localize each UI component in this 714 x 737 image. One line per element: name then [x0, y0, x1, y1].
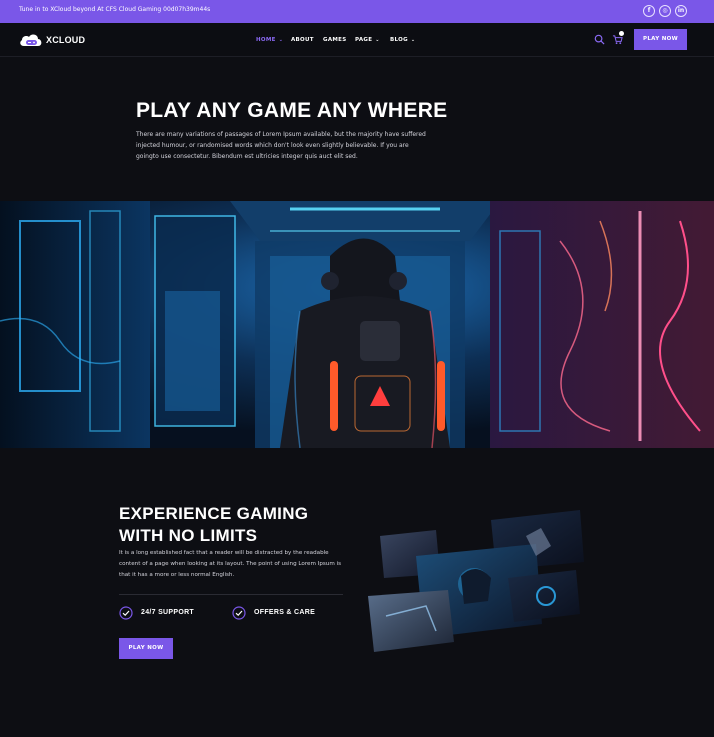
- experience-description: It is a long established fact that a rea…: [119, 550, 342, 578]
- game-collage-image: [368, 510, 584, 652]
- nav-blog-label: BLOG: [390, 37, 408, 43]
- check-circle-icon: [119, 606, 133, 620]
- nav-games[interactable]: GAMES: [323, 37, 346, 43]
- hero-title: PLAY ANY GAME ANY WHERE: [136, 99, 448, 122]
- nav-games-label: GAMES: [323, 37, 347, 43]
- play-now-button[interactable]: PLAY NOW: [634, 29, 687, 50]
- nav-page[interactable]: PAGE ⌄: [355, 37, 380, 43]
- hero-banner-image: [0, 201, 714, 448]
- logo-text: XCLOUD: [46, 35, 86, 45]
- nav-about-label: ABOUT: [291, 37, 314, 43]
- site-header: XCLOUD HOME ⌄ ABOUT GAMES PAGE ⌄ BLOG ⌄ PLA…: [0, 23, 714, 57]
- hero-description: There are many variations of passages of…: [136, 131, 426, 160]
- feature-support-label: 24/7 SUPPORT: [141, 609, 195, 616]
- nav-home[interactable]: HOME ⌄: [256, 37, 283, 43]
- divider: [119, 594, 343, 595]
- feature-offers-label: OFFERS & CARE: [254, 609, 316, 616]
- instagram-icon[interactable]: ◎: [659, 5, 671, 17]
- experience-title-line1: EXPERIENCE GAMING: [119, 504, 309, 523]
- search-icon[interactable]: [594, 34, 605, 45]
- experience-play-now-button[interactable]: PLAY NOW: [119, 638, 173, 659]
- chevron-down-icon: ⌄: [375, 37, 380, 43]
- nav-home-label: HOME: [256, 37, 276, 43]
- announcement-text: Tune in to XCloud beyond At CFS Cloud Ga…: [19, 6, 211, 13]
- chevron-down-icon: ⌄: [410, 37, 416, 43]
- announcement-bar: Tune in to XCloud beyond At CFS Cloud Ga…: [0, 0, 714, 23]
- facebook-icon[interactable]: f: [643, 5, 655, 17]
- experience-title-line2: WITH NO LIMITS: [119, 526, 258, 545]
- experience-title: EXPERIENCE GAMING WITH NO LIMITS: [119, 503, 379, 547]
- cloud-gamepad-icon: [20, 34, 42, 46]
- check-circle-icon: [232, 606, 246, 620]
- nav-page-label: PAGE: [355, 37, 373, 43]
- nav-blog[interactable]: BLOG ⌄: [390, 37, 415, 43]
- chevron-down-icon: ⌄: [278, 37, 284, 43]
- nav-about[interactable]: ABOUT: [291, 37, 314, 43]
- linkedin-icon[interactable]: in: [675, 5, 687, 17]
- cart-badge: [619, 31, 624, 36]
